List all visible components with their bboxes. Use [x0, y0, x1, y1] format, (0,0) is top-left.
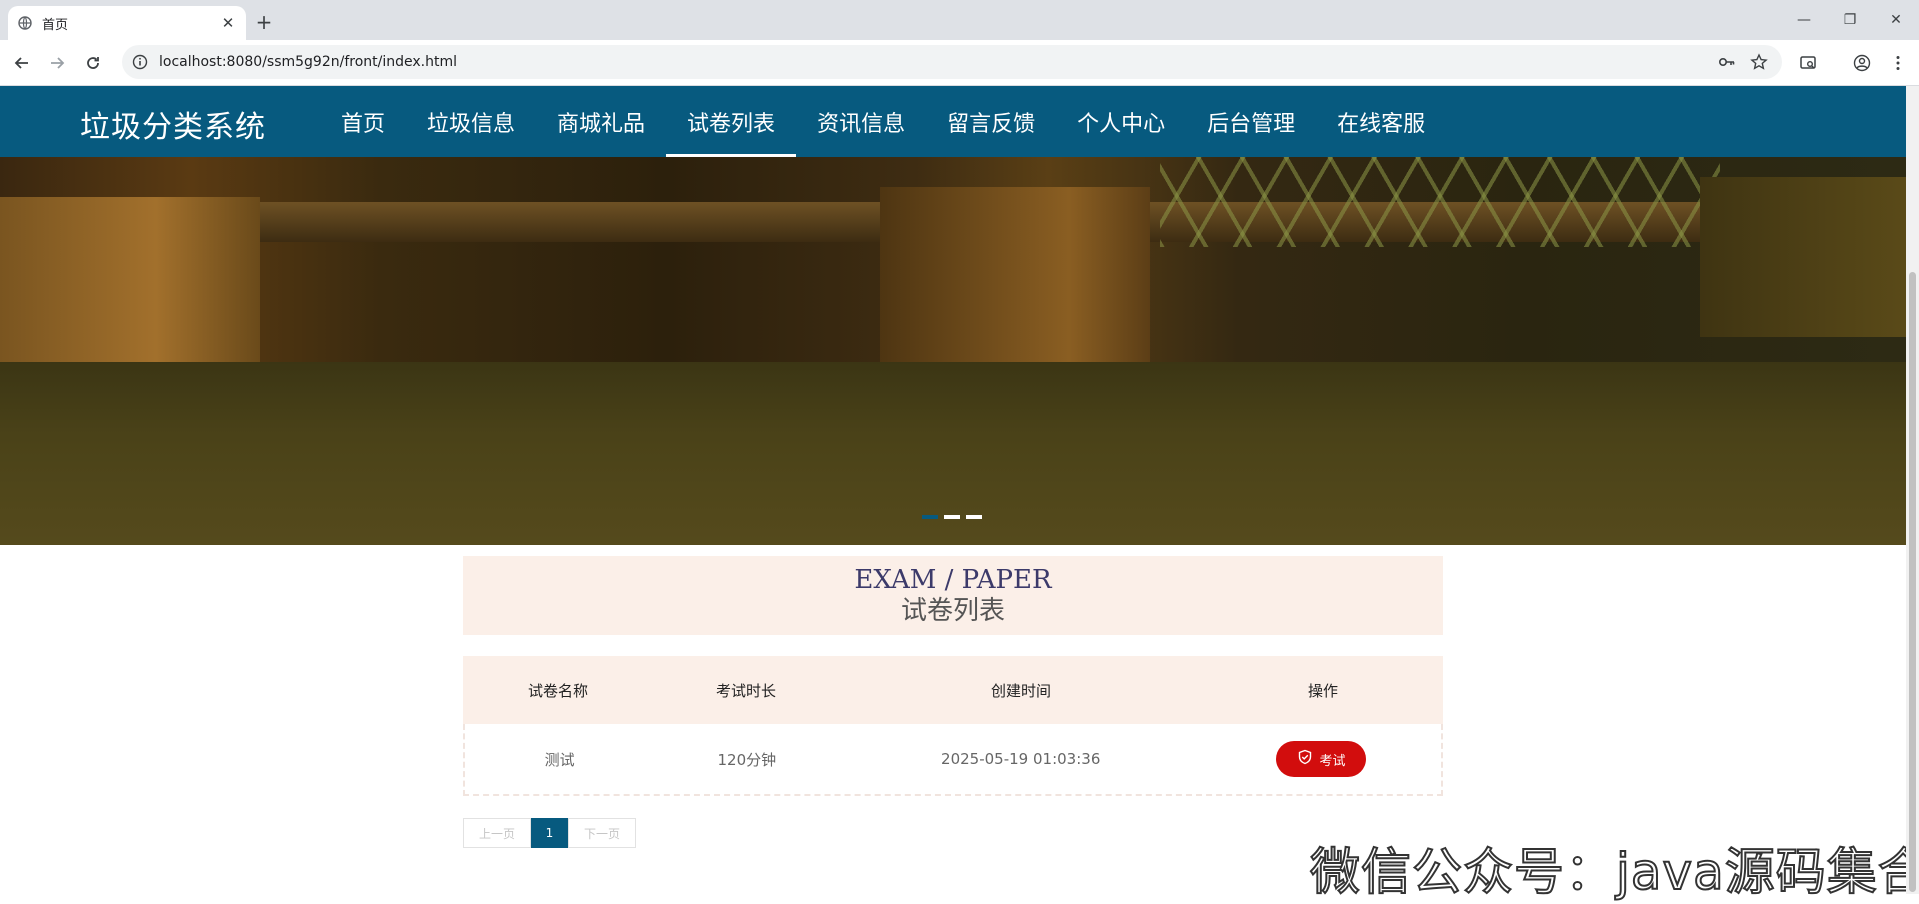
nav-item-feedback[interactable]: 留言反馈 — [926, 86, 1056, 157]
minimize-button[interactable]: — — [1781, 0, 1827, 40]
banner-carousel[interactable] — [0, 157, 1906, 545]
carousel-dot[interactable] — [966, 515, 982, 519]
address-bar[interactable]: localhost:8080/ssm5g92n/front/index.html — [122, 45, 1782, 79]
tab-title: 首页 — [42, 17, 69, 33]
nav-item-admin[interactable]: 后台管理 — [1186, 86, 1316, 157]
exam-table: 试卷名称 考试时长 创建时间 操作 测试 120分钟 2025-05-19 01… — [463, 656, 1443, 796]
column-header-action: 操作 — [1307, 681, 1338, 700]
tab-search-icon[interactable] — [1796, 51, 1820, 75]
site-header: 垃圾分类系统 首页 垃圾信息 商城礼品 试卷列表 资讯信息 留言反馈 个人中心 … — [0, 86, 1906, 157]
start-exam-button[interactable]: 考试 — [1276, 741, 1367, 777]
bookmark-star-icon[interactable] — [1750, 53, 1768, 71]
carousel-indicators — [922, 515, 982, 519]
section-title-cn: 试卷列表 — [900, 596, 1005, 626]
cell-duration: 120分钟 — [717, 750, 777, 769]
site-logo[interactable]: 垃圾分类系统 — [80, 102, 266, 146]
window-controls: — ❐ ✕ — [1781, 0, 1919, 40]
section-title-box: EXAM / PAPER 试卷列表 — [463, 556, 1443, 635]
url-text: localhost:8080/ssm5g92n/front/index.html — [159, 54, 457, 70]
window-close-button[interactable]: ✕ — [1873, 0, 1919, 40]
nav-item-exam-list[interactable]: 试卷列表 — [666, 86, 797, 157]
nav-item-garbage-info[interactable]: 垃圾信息 — [406, 86, 536, 157]
back-arrow-icon[interactable] — [10, 51, 34, 75]
page-scrollbar[interactable] — [1906, 86, 1919, 894]
table-header: 试卷名称 考试时长 创建时间 操作 — [463, 656, 1443, 724]
profile-icon[interactable] — [1850, 51, 1874, 75]
next-page-button[interactable]: 下一页 — [568, 818, 636, 848]
nav-item-mall-gifts[interactable]: 商城礼品 — [536, 86, 666, 157]
start-exam-label: 考试 — [1319, 753, 1346, 769]
table-row: 测试 120分钟 2025-05-19 01:03:36 考试 — [463, 724, 1443, 796]
site-info-icon[interactable] — [132, 54, 148, 70]
cell-created-time: 2025-05-19 01:03:36 — [941, 750, 1101, 768]
forward-arrow-icon[interactable] — [45, 51, 69, 75]
close-tab-icon[interactable]: ✕ — [220, 15, 236, 31]
password-key-icon[interactable] — [1718, 53, 1736, 71]
carousel-dot[interactable] — [944, 515, 960, 519]
carousel-dot[interactable] — [922, 515, 938, 519]
browser-toolbar: localhost:8080/ssm5g92n/front/index.html — [0, 40, 1919, 86]
browser-tab-bar: 首页 ✕ + — ❐ ✕ — [0, 0, 1919, 40]
banner-bridge-pier — [1700, 177, 1906, 337]
nav-item-news[interactable]: 资讯信息 — [796, 86, 926, 157]
main-nav: 首页 垃圾信息 商城礼品 试卷列表 资讯信息 留言反馈 个人中心 后台管理 在线… — [320, 86, 1446, 157]
nav-item-online-service[interactable]: 在线客服 — [1316, 86, 1446, 157]
column-header-name: 试卷名称 — [527, 681, 588, 700]
section-title-en: EXAM / PAPER — [854, 565, 1052, 595]
nav-item-home[interactable]: 首页 — [320, 86, 406, 157]
column-header-duration: 考试时长 — [715, 681, 776, 700]
nav-item-personal-center[interactable]: 个人中心 — [1056, 86, 1186, 157]
browser-tab[interactable]: 首页 ✕ — [8, 6, 246, 40]
page-number-current[interactable]: 1 — [531, 818, 568, 848]
scrollbar-thumb[interactable] — [1909, 272, 1916, 892]
column-header-created: 创建时间 — [990, 681, 1051, 700]
cell-action: 考试 — [1202, 741, 1441, 777]
cell-exam-name: 测试 — [544, 750, 575, 769]
reload-icon[interactable] — [81, 51, 105, 75]
new-tab-button[interactable]: + — [252, 10, 276, 34]
pagination: 上一页 1 下一页 — [463, 818, 636, 848]
watermark-text: 微信公众号：java源码集合 — [1309, 842, 1919, 902]
globe-icon — [18, 16, 32, 30]
menu-kebab-icon[interactable] — [1886, 51, 1910, 75]
prev-page-button[interactable]: 上一页 — [463, 818, 531, 848]
shield-check-icon — [1297, 749, 1313, 769]
banner-bridge-truss — [1160, 157, 1720, 247]
restore-button[interactable]: ❐ — [1827, 0, 1873, 40]
